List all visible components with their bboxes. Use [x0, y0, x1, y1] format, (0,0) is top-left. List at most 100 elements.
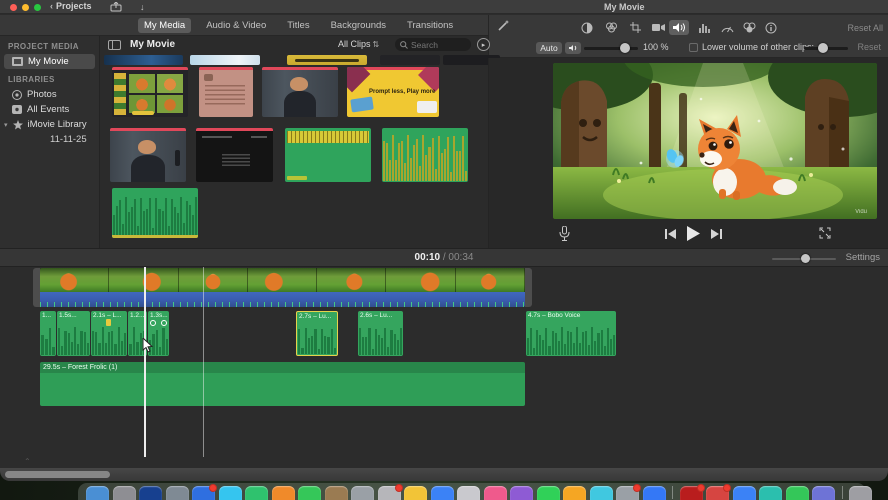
- previous-frame-button[interactable]: [665, 229, 676, 239]
- projects-back-button[interactable]: ‹ Projects: [50, 1, 92, 11]
- audio-clip[interactable]: 1.5s...: [57, 311, 90, 356]
- tab-transitions[interactable]: Transitions: [401, 18, 459, 33]
- video-clip-audio-strip[interactable]: [40, 292, 525, 307]
- tab-titles[interactable]: Titles: [281, 18, 315, 33]
- media-thumbnail[interactable]: [287, 55, 367, 65]
- timeline-zoom-knob[interactable]: [801, 254, 810, 263]
- sidebar-item-imovie-library[interactable]: ▾ iMovie Library: [0, 117, 99, 132]
- playhead[interactable]: [203, 267, 204, 457]
- media-thumbnail-audio[interactable]: [382, 128, 468, 182]
- dock-app-icon[interactable]: [271, 486, 295, 500]
- horizontal-scrollbar[interactable]: [5, 471, 110, 478]
- sidebar-toggle-icon[interactable]: [108, 40, 121, 50]
- dock-app-icon[interactable]: [849, 486, 872, 500]
- dock-app-icon[interactable]: [510, 486, 533, 500]
- dock-app-icon[interactable]: [589, 486, 613, 500]
- share-icon[interactable]: [110, 2, 122, 12]
- fade-handle[interactable]: [150, 320, 156, 326]
- mute-button[interactable]: [565, 42, 581, 54]
- minimize-window-button[interactable]: [22, 4, 29, 11]
- media-thumbnail-presenter[interactable]: [110, 128, 186, 182]
- color-correction-icon[interactable]: [601, 20, 621, 35]
- color-balance-icon[interactable]: [577, 20, 597, 35]
- speed-icon[interactable]: [717, 20, 737, 35]
- voiceover-mic-icon[interactable]: [559, 226, 570, 242]
- dock-app-icon[interactable]: [563, 486, 586, 500]
- dock-app-icon[interactable]: [112, 486, 136, 500]
- media-thumbnail-presenter[interactable]: [262, 67, 338, 117]
- dock-app-icon[interactable]: [86, 486, 109, 500]
- auto-volume-button[interactable]: Auto: [536, 42, 562, 54]
- dock-app-icon[interactable]: [642, 486, 666, 500]
- dock-app-icon[interactable]: [218, 486, 242, 500]
- clip-info-icon[interactable]: [761, 20, 781, 35]
- viewer[interactable]: Vidu: [553, 63, 877, 219]
- dock-app-icon[interactable]: [483, 486, 507, 500]
- all-clips-dropdown[interactable]: All Clips ⇅: [338, 39, 379, 49]
- dock-app-icon[interactable]: [706, 484, 731, 500]
- sidebar-item-event-date[interactable]: 11-11-25: [0, 132, 99, 147]
- dock-app-icon[interactable]: [192, 484, 217, 500]
- skimmer-line[interactable]: [144, 267, 146, 457]
- audio-clip[interactable]: 2.1s – L...: [91, 311, 127, 356]
- media-thumbnail-prompt[interactable]: Prompt less, Play more: [347, 67, 439, 117]
- dock-app-icon[interactable]: [324, 486, 348, 500]
- dock-app-icon[interactable]: [785, 486, 809, 500]
- dock-app-icon[interactable]: [351, 486, 374, 500]
- media-thumbnail[interactable]: [190, 55, 260, 65]
- dock-app-icon[interactable]: [404, 486, 427, 500]
- sidebar-item-photos[interactable]: Photos: [0, 87, 99, 102]
- media-thumbnail-screen[interactable]: [196, 128, 273, 182]
- dock-app-icon[interactable]: [457, 486, 480, 500]
- play-button[interactable]: [686, 226, 700, 241]
- lower-volume-checkbox[interactable]: [689, 43, 698, 52]
- crop-icon[interactable]: [625, 20, 645, 35]
- media-thumbnail-audio[interactable]: [112, 188, 198, 238]
- media-thumbnail[interactable]: [104, 55, 183, 65]
- dock-app-icon[interactable]: [430, 486, 454, 500]
- dock-app-icon[interactable]: [245, 486, 268, 500]
- close-window-button[interactable]: [10, 4, 17, 11]
- next-frame-button[interactable]: [711, 229, 722, 239]
- timeline-settings-button[interactable]: Settings: [846, 252, 880, 263]
- dock-app-icon[interactable]: [139, 486, 162, 500]
- effects-icon[interactable]: [739, 20, 759, 35]
- media-thumbnail-audio[interactable]: [285, 128, 371, 182]
- zoom-window-button[interactable]: [34, 4, 41, 11]
- audio-clip[interactable]: 2.6s – Lu...: [358, 311, 403, 356]
- lower-volume-slider-knob[interactable]: [818, 43, 828, 53]
- chevron-down-icon[interactable]: ▾: [4, 121, 8, 129]
- fullscreen-icon[interactable]: [819, 227, 831, 239]
- media-thumbnail-document[interactable]: [199, 67, 253, 117]
- dock-app-icon[interactable]: [377, 484, 403, 500]
- tab-my-media[interactable]: My Media: [138, 17, 192, 33]
- download-arrow-icon[interactable]: ↓: [140, 2, 145, 12]
- dock-app-icon[interactable]: [759, 486, 782, 500]
- dock-app-icon[interactable]: [616, 484, 641, 500]
- volume-slider-knob[interactable]: [620, 43, 630, 53]
- dock-app-icon[interactable]: [298, 486, 321, 500]
- audio-clip[interactable]: 1...: [40, 311, 56, 356]
- search-field[interactable]: [395, 38, 471, 51]
- media-thumbnail-editor[interactable]: [112, 67, 188, 117]
- reset-button[interactable]: Reset: [857, 42, 881, 52]
- sidebar-item-all-events[interactable]: All Events: [0, 102, 99, 117]
- dock-app-icon[interactable]: [812, 486, 835, 500]
- dock-app-icon[interactable]: [679, 484, 705, 500]
- volume-icon[interactable]: [669, 20, 689, 35]
- reset-all-button[interactable]: Reset All: [847, 23, 883, 33]
- fade-handle[interactable]: [161, 320, 167, 326]
- dock-app-icon[interactable]: [732, 486, 756, 500]
- dock-app-icon[interactable]: [536, 486, 560, 500]
- audio-clip[interactable]: 2.7s – Lu...: [296, 311, 338, 356]
- tab-audio-video[interactable]: Audio & Video: [200, 18, 272, 33]
- sidebar-item-my-movie[interactable]: My Movie: [4, 54, 95, 69]
- tab-backgrounds[interactable]: Backgrounds: [325, 18, 392, 33]
- dock-app-icon[interactable]: [165, 486, 189, 500]
- video-clip-filmstrip[interactable]: [40, 268, 525, 292]
- music-clip[interactable]: 29.5s – Forest Frolic (1): [40, 362, 525, 406]
- audio-clip[interactable]: 4.7s – Bobo Voice: [526, 311, 616, 356]
- noise-equalizer-icon[interactable]: [695, 20, 715, 35]
- stabilization-icon[interactable]: [648, 20, 668, 35]
- media-thumbnail[interactable]: [380, 55, 440, 65]
